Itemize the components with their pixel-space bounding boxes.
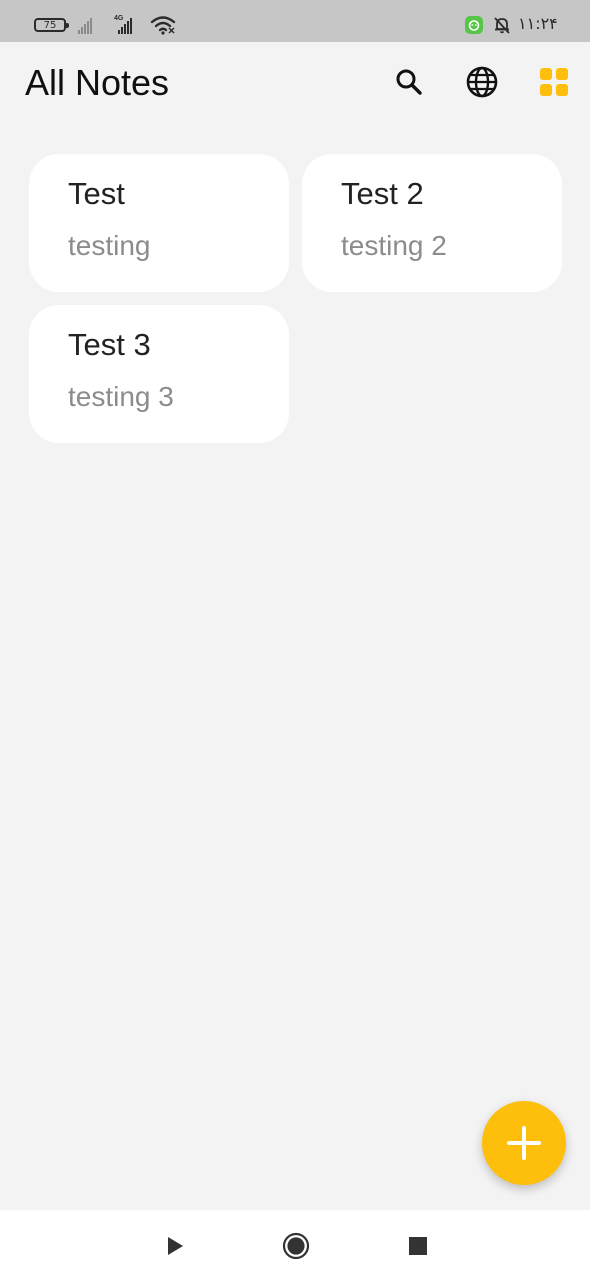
signal-icon: [78, 16, 92, 34]
note-title: Test 2: [341, 176, 424, 211]
globe-icon: [466, 66, 498, 98]
page-title: All Notes: [25, 62, 170, 103]
clock: ۱۱:۲۴: [518, 14, 558, 33]
home-button[interactable]: [281, 1231, 311, 1261]
note-card-test-3[interactable]: Test 3 testing 3: [29, 305, 289, 443]
note-card-test-2[interactable]: Test 2 testing 2: [302, 154, 562, 292]
add-note-button[interactable]: [482, 1101, 566, 1185]
search-icon: [396, 69, 422, 95]
note-body: testing: [68, 230, 151, 261]
search-button[interactable]: [389, 62, 429, 102]
battery-level: 75: [43, 20, 57, 31]
back-button[interactable]: [160, 1231, 190, 1261]
note-body: testing 3: [68, 381, 174, 412]
note-body: testing 2: [341, 230, 447, 261]
wifi-icon: [150, 15, 176, 40]
recents-square-icon: [409, 1237, 427, 1255]
grid-view-button[interactable]: [534, 62, 574, 102]
grid-view-icon: [540, 68, 568, 96]
note-title: Test 3: [68, 327, 151, 362]
language-button[interactable]: [462, 62, 502, 102]
battery-icon: 75: [34, 18, 69, 32]
signal-strength-icon: [118, 16, 132, 34]
recents-button[interactable]: [403, 1231, 433, 1261]
status-bar: 75 4G ۱۱:۲۴: [0, 0, 590, 42]
app-notification-icon: [465, 16, 483, 34]
navigation-bar: [0, 1210, 590, 1280]
back-play-icon: [168, 1237, 183, 1255]
plus-icon: [507, 1126, 541, 1160]
home-circle-icon: [282, 1232, 310, 1260]
bell-off-icon: [492, 15, 512, 40]
note-card-test[interactable]: Test testing: [29, 154, 289, 292]
note-title: Test: [68, 176, 125, 211]
